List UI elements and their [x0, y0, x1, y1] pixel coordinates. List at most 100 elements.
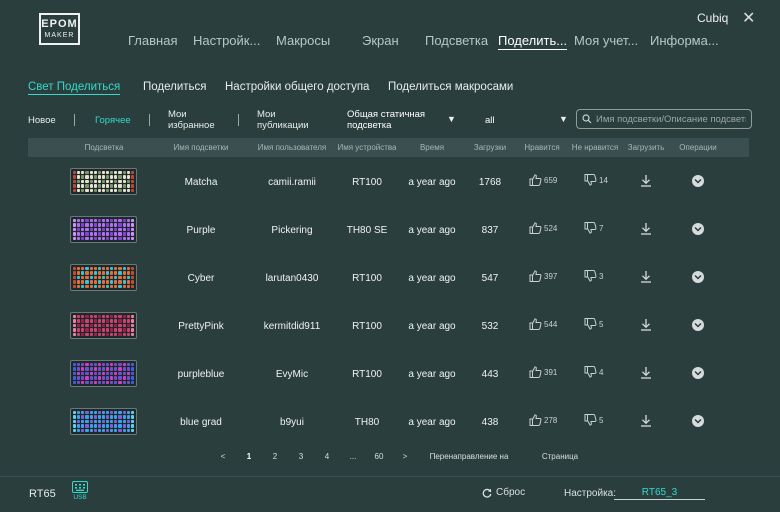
- dislike-count: 3: [599, 271, 604, 281]
- lighting-type-line2: подсветка: [347, 120, 392, 131]
- table-row[interactable]: purpleblue EvyMic RT100 a year ago 443 391 4: [0, 350, 780, 398]
- nav-lighting[interactable]: Подсветка: [425, 33, 488, 48]
- operations-button[interactable]: [692, 415, 704, 427]
- lighting-type-select[interactable]: Общая статичная подсветка: [347, 109, 425, 131]
- profile-select[interactable]: RT65_3: [614, 487, 705, 500]
- like-count: 278: [544, 415, 558, 425]
- dislike-count: 5: [599, 319, 604, 329]
- dislike-button[interactable]: 5: [584, 414, 603, 426]
- filter-hot[interactable]: Горячее: [95, 115, 131, 126]
- filter-new[interactable]: Новое: [28, 115, 56, 126]
- dislike-button[interactable]: 5: [584, 318, 603, 330]
- like-button[interactable]: 524: [529, 222, 557, 234]
- lighting-thumbnail[interactable]: [70, 312, 137, 339]
- username: larutan0430: [265, 273, 319, 284]
- table-header: Подсветка Имя подсветки Имя пользователя…: [28, 138, 749, 157]
- download-button[interactable]: [640, 414, 652, 432]
- page-number[interactable]: 2: [273, 452, 277, 461]
- dislike-button[interactable]: 14: [584, 174, 608, 186]
- tab-share[interactable]: Поделиться: [143, 81, 207, 93]
- page-number[interactable]: 1: [247, 452, 251, 461]
- operations-button[interactable]: [692, 271, 704, 283]
- search-box[interactable]: [576, 109, 752, 129]
- caret-down-icon[interactable]: ▼: [559, 114, 568, 124]
- chevron-down-icon: [694, 226, 702, 232]
- table-row[interactable]: blue grad b9yui TH80 a year ago 438 278 5: [0, 398, 780, 446]
- operations-button[interactable]: [692, 175, 704, 187]
- device-name: TH80: [354, 417, 380, 428]
- nav-settings[interactable]: Настройк...: [193, 33, 260, 48]
- nav-home[interactable]: Главная: [128, 33, 177, 48]
- page-number[interactable]: 60: [375, 452, 384, 461]
- device-name: RT100: [352, 369, 382, 380]
- dislike-button[interactable]: 3: [584, 270, 603, 282]
- close-icon[interactable]: ✕: [742, 8, 755, 28]
- nav-macros[interactable]: Макросы: [276, 33, 330, 48]
- device-filter-select[interactable]: all: [485, 115, 495, 126]
- thumbs-up-icon: [529, 318, 542, 330]
- page-next[interactable]: >: [403, 452, 408, 461]
- operations-button[interactable]: [692, 319, 704, 331]
- thumbs-up-icon: [529, 270, 542, 282]
- share-subtabs: Свет Поделиться Поделиться Настройки общ…: [0, 81, 780, 99]
- like-button[interactable]: 659: [529, 174, 557, 186]
- download-button[interactable]: [640, 270, 652, 288]
- thumbs-down-icon: [584, 222, 597, 234]
- lighting-thumbnail[interactable]: [70, 408, 137, 435]
- lighting-thumbnail[interactable]: [70, 264, 137, 291]
- download-button[interactable]: [640, 366, 652, 384]
- filter-bar: Новое Горячее Мои избранное Мои публикац…: [0, 109, 780, 133]
- table-row[interactable]: Matcha camii.ramii RT100 a year ago 1768 659 1…: [0, 158, 780, 206]
- keyboard-icon: [72, 481, 88, 493]
- table-row[interactable]: Purple Pickering TH80 SE a year ago 837 524 7: [0, 206, 780, 254]
- chevron-down-icon: [694, 418, 702, 424]
- page-prev[interactable]: <: [221, 452, 226, 461]
- page-number[interactable]: 4: [325, 452, 329, 461]
- like-button[interactable]: 544: [529, 318, 557, 330]
- filter-publications-line2: публикации: [257, 120, 309, 131]
- username: camii.ramii: [268, 177, 316, 188]
- like-button[interactable]: 397: [529, 270, 557, 282]
- filter-publications[interactable]: Мои публикации: [257, 109, 309, 131]
- like-button[interactable]: 391: [529, 366, 557, 378]
- tab-share-macros[interactable]: Поделиться макросами: [388, 81, 513, 93]
- filter-divider: [238, 114, 239, 126]
- reset-button[interactable]: Сброс: [482, 487, 525, 498]
- nav-screen[interactable]: Экран: [362, 33, 399, 48]
- dislike-button[interactable]: 4: [584, 366, 603, 378]
- dislike-button[interactable]: 7: [584, 222, 603, 234]
- header-username: Имя пользователя: [257, 143, 327, 152]
- download-button[interactable]: [640, 174, 652, 192]
- header-operations: Операции: [679, 143, 717, 152]
- download-button[interactable]: [640, 318, 652, 336]
- download-count: 1768: [478, 177, 502, 188]
- like-button[interactable]: 278: [529, 414, 557, 426]
- nav-share[interactable]: Поделить...: [498, 33, 568, 50]
- filter-favorites[interactable]: Мои избранное: [168, 109, 215, 131]
- account-username[interactable]: Cubiq: [697, 11, 728, 25]
- tab-light-share[interactable]: Свет Поделиться: [28, 81, 121, 95]
- download-icon: [641, 415, 651, 427]
- thumbs-down-icon: [584, 366, 597, 378]
- nav-info[interactable]: Информа...: [650, 33, 719, 48]
- dislike-count: 5: [599, 415, 604, 425]
- operations-button[interactable]: [692, 367, 704, 379]
- lighting-thumbnail[interactable]: [70, 168, 137, 195]
- search-input[interactable]: [596, 113, 746, 125]
- header-download-action: Загрузить: [627, 143, 665, 152]
- nav-account[interactable]: Моя учет...: [574, 33, 638, 48]
- page-number[interactable]: 3: [299, 452, 303, 461]
- download-button[interactable]: [640, 222, 652, 240]
- like-count: 659: [544, 175, 558, 185]
- header-lighting-name: Имя подсветки: [173, 143, 229, 152]
- caret-down-icon[interactable]: ▼: [447, 114, 456, 124]
- lighting-thumbnail[interactable]: [70, 360, 137, 387]
- table-row[interactable]: PrettyPink kermitdid911 RT100 a year ago 532…: [0, 302, 780, 350]
- top-bar: EPOM MAKER Cubiq ✕ Главная Настройк... М…: [0, 0, 780, 62]
- tab-share-settings[interactable]: Настройки общего доступа: [225, 81, 369, 93]
- operations-button[interactable]: [692, 223, 704, 235]
- upload-time: a year ago: [408, 321, 456, 332]
- lighting-thumbnail[interactable]: [70, 216, 137, 243]
- table-row[interactable]: Cyber larutan0430 RT100 a year ago 547 397 3: [0, 254, 780, 302]
- username: b9yui: [280, 417, 304, 428]
